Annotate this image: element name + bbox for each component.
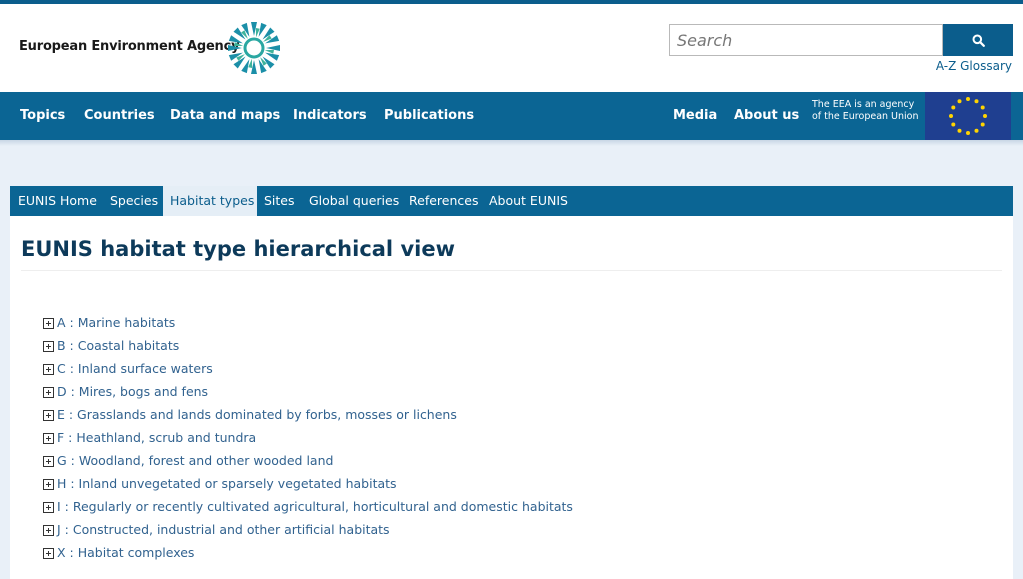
- tree-item: D : Mires, bogs and fens: [43, 383, 573, 406]
- tree-item: A : Marine habitats: [43, 314, 573, 337]
- tab-about-eunis[interactable]: About EUNIS: [489, 186, 568, 216]
- tree-item-link[interactable]: F : Heathland, scrub and tundra: [57, 429, 256, 447]
- tab-species[interactable]: Species: [110, 186, 158, 216]
- plus-box-icon[interactable]: [43, 387, 54, 398]
- eunis-subnav: EUNIS Home Species Habitat types Sites G…: [10, 186, 1013, 216]
- nav-data-and-maps[interactable]: Data and maps: [170, 108, 280, 123]
- nav-shadow: [0, 140, 1023, 146]
- nav-publications[interactable]: Publications: [384, 108, 474, 123]
- tree-item-link[interactable]: H : Inland unvegetated or sparsely veget…: [57, 475, 397, 493]
- page-title: EUNIS habitat type hierarchical view: [21, 237, 455, 261]
- plus-box-icon[interactable]: [43, 318, 54, 329]
- tree-item-link[interactable]: J : Constructed, industrial and other ar…: [57, 521, 390, 539]
- plus-box-icon[interactable]: [43, 525, 54, 536]
- nav-about-us[interactable]: About us: [734, 108, 799, 123]
- tree-item-link[interactable]: A : Marine habitats: [57, 314, 175, 332]
- title-divider: [21, 270, 1002, 271]
- search-field[interactable]: [669, 24, 943, 56]
- plus-box-icon[interactable]: [43, 341, 54, 352]
- tab-references[interactable]: References: [409, 186, 478, 216]
- tree-item-link[interactable]: D : Mires, bogs and fens: [57, 383, 208, 401]
- tree-item: J : Constructed, industrial and other ar…: [43, 521, 573, 544]
- logo-text[interactable]: European Environment Agency: [19, 39, 240, 54]
- tree-item: I : Regularly or recently cultivated agr…: [43, 498, 573, 521]
- main-navigation: Topics Countries Data and maps Indicator…: [0, 92, 1023, 140]
- nav-countries[interactable]: Countries: [84, 108, 155, 123]
- tree-item-link[interactable]: X : Habitat complexes: [57, 544, 194, 562]
- habitat-tree: A : Marine habitats B : Coastal habitats…: [43, 314, 573, 567]
- tree-item-link[interactable]: C : Inland surface waters: [57, 360, 213, 378]
- tab-eunis-home[interactable]: EUNIS Home: [18, 186, 97, 216]
- tree-item: E : Grasslands and lands dominated by fo…: [43, 406, 573, 429]
- tree-item-link[interactable]: E : Grasslands and lands dominated by fo…: [57, 406, 457, 424]
- tab-sites[interactable]: Sites: [264, 186, 295, 216]
- main-content: EUNIS Home Species Habitat types Sites G…: [10, 186, 1013, 579]
- glossary-link[interactable]: A-Z Glossary: [936, 59, 1012, 73]
- eea-logo-icon[interactable]: [226, 20, 282, 76]
- plus-box-icon[interactable]: [43, 548, 54, 559]
- plus-box-icon[interactable]: [43, 410, 54, 421]
- tree-item: C : Inland surface waters: [43, 360, 573, 383]
- tree-item: F : Heathland, scrub and tundra: [43, 429, 573, 452]
- tree-item-link[interactable]: G : Woodland, forest and other wooded la…: [57, 452, 333, 470]
- plus-box-icon[interactable]: [43, 364, 54, 375]
- search-icon: [972, 34, 985, 47]
- tree-item-link[interactable]: I : Regularly or recently cultivated agr…: [57, 498, 573, 516]
- tab-habitat-types[interactable]: Habitat types: [170, 186, 254, 216]
- plus-box-icon[interactable]: [43, 479, 54, 490]
- tree-item: G : Woodland, forest and other wooded la…: [43, 452, 573, 475]
- eu-flag-icon[interactable]: [925, 92, 1011, 140]
- plus-box-icon[interactable]: [43, 456, 54, 467]
- plus-box-icon[interactable]: [43, 502, 54, 513]
- tree-item: X : Habitat complexes: [43, 544, 573, 567]
- tab-global-queries[interactable]: Global queries: [309, 186, 399, 216]
- search-input[interactable]: [670, 25, 942, 55]
- nav-topics[interactable]: Topics: [20, 108, 65, 123]
- tree-item-link[interactable]: B : Coastal habitats: [57, 337, 179, 355]
- tree-item: H : Inland unvegetated or sparsely veget…: [43, 475, 573, 498]
- nav-indicators[interactable]: Indicators: [293, 108, 367, 123]
- nav-media[interactable]: Media: [673, 108, 717, 123]
- plus-box-icon[interactable]: [43, 433, 54, 444]
- search-button[interactable]: [943, 24, 1013, 56]
- site-header: European Environment Agency Search A-Z G…: [0, 4, 1023, 92]
- tree-item: B : Coastal habitats: [43, 337, 573, 360]
- agency-note: The EEA is an agency of the European Uni…: [812, 99, 919, 122]
